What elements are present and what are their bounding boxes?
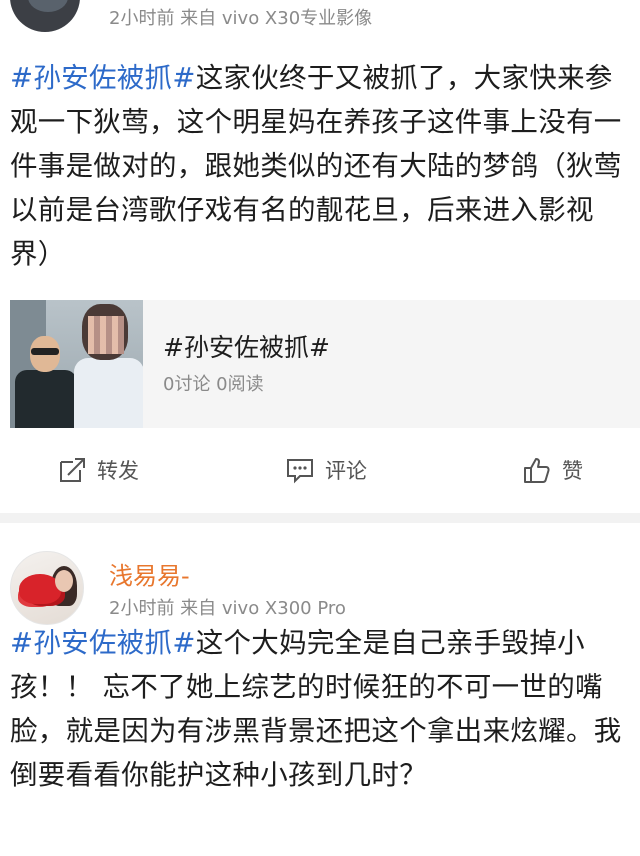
comment-icon [287,459,313,484]
like-label: 赞 [562,459,583,483]
post-meta: 2小时前 来自 vivo X30专业影像 [109,8,373,29]
topic-stats: 0讨论 0阅读 [163,374,264,395]
topic-title: #孙安佐被抓# [163,333,330,362]
weibo-post: 浅易易- 2小时前 来自 vivo X300 Pro #孙安佐被抓#这个大妈完全… [0,523,640,856]
username[interactable]: 浅易易- [109,556,190,591]
post-body: #孙安佐被抓#这个大妈完全是自己亲手毁掉小孩！！ 忘不了她上综艺的时候狂的不可一… [10,621,630,797]
hashtag-link[interactable]: #孙安佐被抓# [10,62,196,94]
hashtag-link[interactable]: #孙安佐被抓# [10,627,196,659]
comment-button[interactable]: 评论 [285,455,367,485]
repost-button[interactable]: 转发 [57,455,139,485]
like-button[interactable]: 赞 [522,455,583,485]
action-bar: 转发 评论 赞 [0,455,640,507]
post-body: #孙安佐被抓#这家伙终于又被抓了，大家快来参观一下狄莺，这个明星妈在养孩子这件事… [10,56,630,276]
thumbs-up-icon [524,458,550,483]
avatar[interactable] [10,0,80,32]
post-meta: 2小时前 来自 vivo X300 Pro [109,598,346,619]
topic-card[interactable]: #孙安佐被抓# 0讨论 0阅读 [10,300,640,428]
repost-label: 转发 [97,459,139,483]
topic-thumbnail [10,300,143,428]
post-divider [0,513,640,523]
repost-icon [60,458,85,482]
avatar[interactable] [10,551,84,625]
weibo-post: 2小时前 来自 vivo X30专业影像 #孙安佐被抓#这家伙终于又被抓了，大家… [0,0,640,513]
comment-label: 评论 [325,459,367,483]
